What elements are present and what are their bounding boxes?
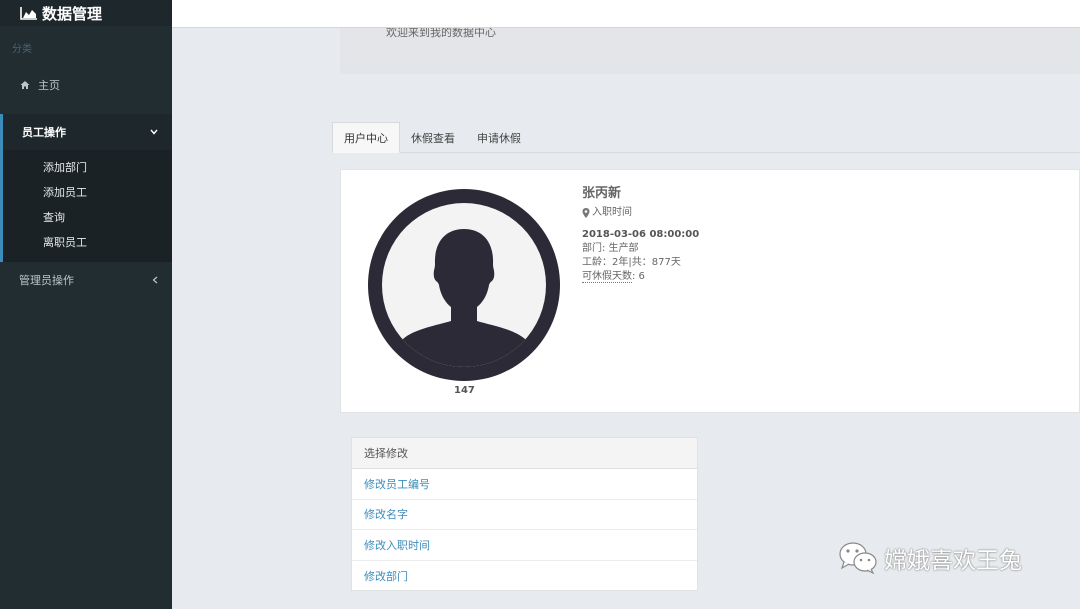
employee-number: 147 [454, 385, 475, 396]
brand[interactable]: 数据管理 [0, 0, 172, 26]
sidebar-group-employee-toggle[interactable]: 员工操作 [3, 114, 172, 150]
sidebar-group-employee: 员工操作 添加部门 添加员工 查询 离职员工 [0, 114, 172, 262]
tab-user-center[interactable]: 用户中心 [332, 122, 400, 153]
leave-days-label: 可休假天数 [582, 271, 632, 283]
edit-panel: 选择修改 修改员工编号 修改名字 修改入职时间 修改部门 [351, 437, 698, 591]
sidebar-item-home[interactable]: 主页 [0, 70, 172, 100]
edit-panel-header: 选择修改 [352, 438, 697, 469]
edit-hire-date-link[interactable]: 修改入职时间 [352, 530, 697, 561]
profile-info: 张丙新 入职时间 2018-03-06 08:00:00 部门: 生产部 工龄：… [582, 187, 699, 284]
employee-name: 张丙新 [582, 186, 622, 201]
department: 部门: 生产部 [582, 243, 639, 254]
hire-label-row: 入职时间 [582, 206, 699, 220]
avatar [368, 189, 560, 381]
edit-name-link[interactable]: 修改名字 [352, 500, 697, 530]
watermark: 嫦娥喜欢王兔 [838, 541, 1022, 575]
top-navbar [172, 0, 1080, 28]
sidebar-group-label: 员工操作 [22, 126, 66, 139]
seniority: 工龄：2年|共：877天 [582, 257, 681, 268]
sidebar-item-label: 管理员操作 [19, 274, 74, 287]
profile-card: 147 张丙新 入职时间 2018-03-06 08:00:00 部门: 生产部… [340, 169, 1080, 413]
welcome-box: 欢迎来到我的数据中心 [340, 28, 1080, 74]
leave-days-value: : 6 [632, 271, 645, 282]
sidebar-sub-list: 添加部门 添加员工 查询 离职员工 [3, 150, 172, 262]
sidebar-item-resigned[interactable]: 离职员工 [3, 229, 172, 254]
hire-label: 入职时间 [592, 207, 632, 218]
map-marker-icon [582, 208, 590, 218]
sidebar-item-admin[interactable]: 管理员操作 [0, 262, 172, 298]
tab-bar: 用户中心 休假查看 申请休假 [332, 122, 1080, 153]
tab-leave-view[interactable]: 休假查看 [400, 122, 466, 153]
edit-employee-number-link[interactable]: 修改员工编号 [352, 469, 697, 500]
tab-leave-apply[interactable]: 申请休假 [466, 122, 532, 153]
sidebar-item-add-department[interactable]: 添加部门 [3, 154, 172, 179]
leave-days-row: 可休假天数: 6 [582, 270, 699, 284]
edit-department-link[interactable]: 修改部门 [352, 561, 697, 592]
home-icon [20, 81, 30, 89]
wechat-icon [839, 542, 877, 575]
watermark-text: 嫦娥喜欢王兔 [884, 548, 1022, 574]
sidebar-item-label: 主页 [38, 79, 60, 92]
hire-date: 2018-03-06 08:00:00 [582, 229, 700, 240]
chevron-down-icon [150, 129, 158, 135]
area-chart-icon [20, 7, 37, 20]
sidebar: 数据管理 分类 主页 员工操作 添加部门 添加员工 查询 离职员工 管理员操作 [0, 0, 172, 609]
brand-title: 数据管理 [42, 4, 103, 23]
sidebar-item-query[interactable]: 查询 [3, 204, 172, 229]
chevron-left-icon [152, 276, 158, 284]
sidebar-item-add-employee[interactable]: 添加员工 [3, 179, 172, 204]
